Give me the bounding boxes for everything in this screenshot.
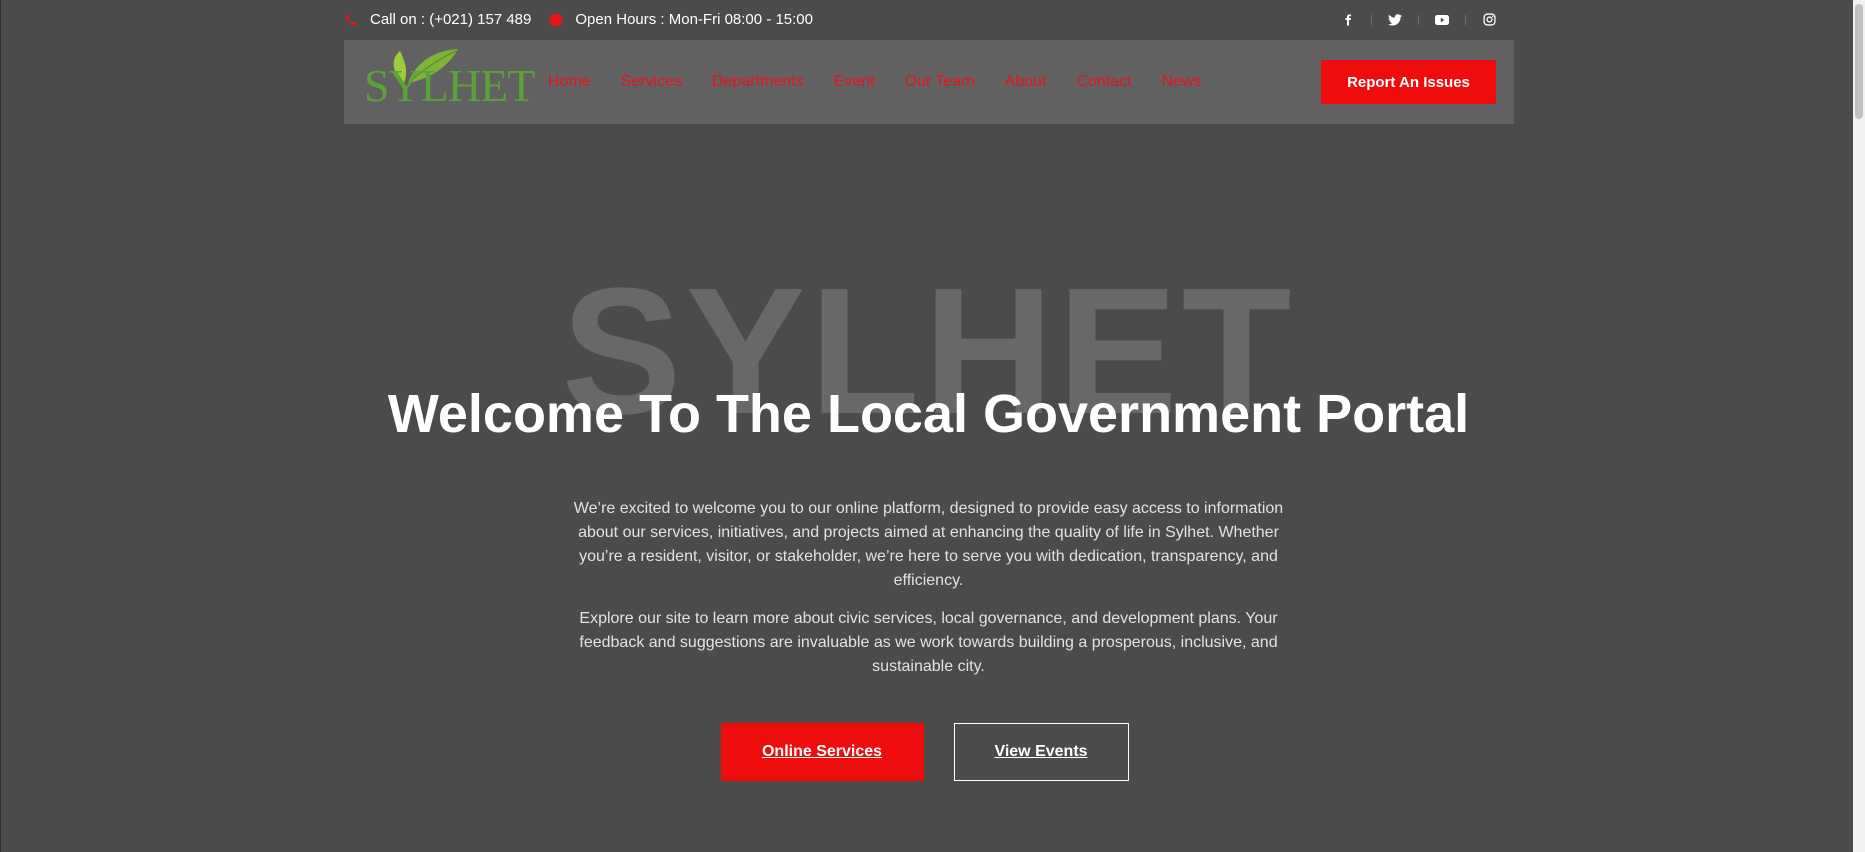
- report-issue-button[interactable]: Report An Issues: [1321, 60, 1496, 104]
- youtube-icon[interactable]: [1431, 9, 1453, 31]
- nav-services[interactable]: Services: [621, 73, 682, 91]
- top-info-bar: Call on : (+021) 157 489 Open Hours : Mo…: [344, 0, 1514, 39]
- hours-info: Open Hours : Mon-Fri 08:00 - 15:00: [549, 11, 813, 28]
- online-services-button[interactable]: Online Services: [720, 723, 924, 781]
- scrollbar-thumb[interactable]: [1855, 4, 1863, 119]
- hours-text: Open Hours : Mon-Fri 08:00 - 15:00: [575, 11, 813, 28]
- facebook-icon[interactable]: [1337, 9, 1359, 31]
- hero-title: Welcome To The Local Government Portal: [387, 384, 1470, 444]
- nav-news[interactable]: News: [1161, 73, 1201, 91]
- social-divider: [1371, 14, 1372, 25]
- hero-explore-paragraph: Explore our site to learn more about civ…: [579, 610, 1278, 675]
- phone-info: Call on : (+021) 157 489: [344, 11, 531, 28]
- phone-icon: [345, 14, 357, 25]
- hero-intro-paragraph: We’re excited to welcome you to our onli…: [573, 500, 1284, 589]
- instagram-icon[interactable]: [1478, 9, 1500, 31]
- social-links: [1337, 9, 1500, 31]
- view-events-button[interactable]: View Events: [953, 723, 1129, 781]
- logo-text: SYLHET: [364, 60, 535, 111]
- page: Call on : (+021) 157 489 Open Hours : Mo…: [0, 0, 1865, 852]
- main-navbar: SYLHET Home Services Departments Event O…: [344, 40, 1514, 124]
- page-scrollbar[interactable]: [1853, 0, 1865, 852]
- nav-contact[interactable]: Contact: [1076, 73, 1131, 91]
- site-logo[interactable]: SYLHET: [364, 45, 535, 119]
- phone-text: Call on : (+021) 157 489: [370, 11, 532, 28]
- social-divider: [1418, 14, 1419, 25]
- nav-home[interactable]: Home: [548, 73, 591, 91]
- nav-menu: Home Services Departments Event Our Team…: [548, 73, 1231, 91]
- nav-event[interactable]: Event: [834, 73, 875, 91]
- nav-about[interactable]: About: [1005, 73, 1047, 91]
- social-divider: [1465, 14, 1466, 25]
- twitter-icon[interactable]: [1384, 9, 1406, 31]
- clock-icon: [549, 13, 563, 26]
- nav-our-team[interactable]: Our Team: [905, 73, 975, 91]
- hero-buttons: Online Services View Events: [1, 723, 1856, 781]
- nav-departments[interactable]: Departments: [712, 73, 804, 91]
